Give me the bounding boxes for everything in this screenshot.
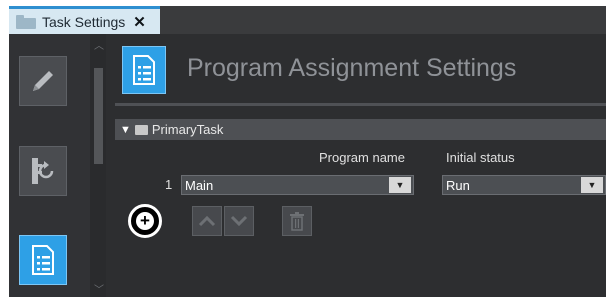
sidebar-scrollbar[interactable]: ︿ ﹀	[90, 34, 106, 297]
left-sidebar: ︿ ﹀	[9, 34, 106, 297]
move-up-button[interactable]	[192, 206, 222, 236]
dropdown-arrow-icon[interactable]: ▼	[581, 177, 603, 193]
expand-triangle-icon[interactable]: ▼	[120, 124, 131, 136]
trash-icon	[290, 212, 304, 231]
tab-task-settings[interactable]: Task Settings ✕	[9, 6, 160, 34]
edit-button[interactable]	[19, 56, 67, 106]
page-title: Program Assignment Settings	[187, 54, 517, 82]
scrollbar-thumb[interactable]	[94, 68, 103, 164]
plus-icon: +	[136, 212, 154, 230]
section-label: PrimaryTask	[151, 122, 224, 137]
column-header-program-name: Program name	[319, 150, 405, 165]
initial-status-select[interactable]: Run ▼	[442, 175, 606, 195]
chevron-up-icon[interactable]: ︿	[94, 37, 104, 52]
program-name-select[interactable]: Main ▼	[181, 175, 414, 195]
pencil-icon	[33, 71, 53, 91]
add-program-button[interactable]: +	[128, 204, 162, 238]
chevron-up-icon	[198, 215, 216, 227]
header-divider	[115, 103, 606, 106]
folder-icon	[134, 124, 148, 135]
chevron-down-icon[interactable]: ﹀	[94, 281, 104, 296]
variable-refresh-icon	[32, 158, 54, 184]
folder-icon	[16, 14, 36, 29]
dropdown-arrow-icon[interactable]: ▼	[389, 177, 411, 193]
row-index: 1	[165, 177, 173, 192]
move-down-button[interactable]	[224, 206, 254, 236]
page-header: Program Assignment Settings	[106, 34, 606, 96]
main-panel: Program Assignment Settings ▼ PrimaryTas…	[106, 34, 606, 297]
task-section-header[interactable]: ▼ PrimaryTask	[115, 119, 606, 140]
column-header-initial-status: Initial status	[446, 150, 515, 165]
task-settings-window: Task Settings ✕ ︿ ﹀ Program Assignment S…	[9, 6, 606, 297]
io-settings-button[interactable]	[19, 146, 67, 196]
program-assignment-button[interactable]	[19, 235, 67, 285]
delete-button[interactable]	[282, 206, 312, 236]
tab-label: Task Settings	[42, 13, 126, 30]
initial-status-value: Run	[446, 177, 470, 193]
document-list-icon	[122, 46, 166, 94]
program-name-value: Main	[185, 177, 214, 193]
document-list-icon	[32, 245, 54, 275]
chevron-down-icon	[230, 215, 248, 227]
close-tab-button[interactable]: ✕	[133, 13, 146, 31]
tab-bar: Task Settings ✕	[9, 6, 606, 34]
